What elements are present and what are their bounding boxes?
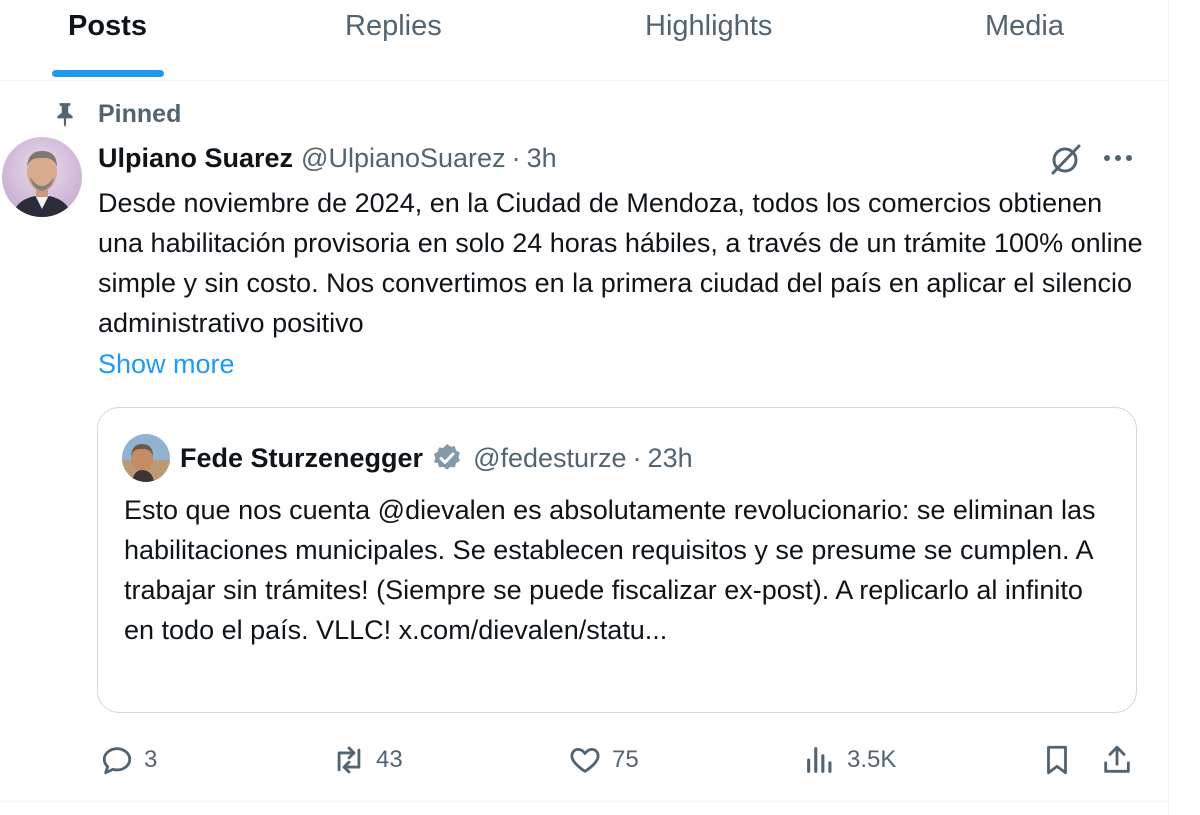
verified-badge-icon[interactable]	[431, 442, 463, 474]
bookmark-icon	[1047, 745, 1067, 775]
quoted-post[interactable]: Fede Sturzenegger @fedesturze · 23h Esto…	[97, 407, 1137, 713]
quote-text: Esto que nos cuenta @dievalen es absolut…	[124, 495, 1096, 645]
quote-header: Fede Sturzenegger @fedesturze · 23h	[180, 438, 693, 478]
tab-posts[interactable]: Posts	[40, 0, 180, 80]
pinned-indicator: Pinned	[52, 97, 181, 131]
share-button[interactable]	[1100, 740, 1134, 780]
bookmark-button[interactable]	[1040, 740, 1074, 780]
reply-count: 3	[144, 746, 158, 773]
repost-count: 43	[376, 746, 403, 773]
quote-separator: ·	[632, 442, 642, 473]
quote-author-name[interactable]: Fede Sturzenegger	[180, 443, 423, 474]
tab-media[interactable]: Media	[960, 0, 1110, 80]
more-icon[interactable]	[1100, 146, 1136, 170]
tab-media-label: Media	[985, 10, 1064, 42]
like-button[interactable]: 75	[568, 740, 639, 780]
reply-button[interactable]: 3	[100, 740, 157, 780]
tab-replies[interactable]: Replies	[320, 0, 480, 80]
post-text: Desde noviembre de 2024, en la Ciudad de…	[98, 188, 1143, 338]
views-count: 3.5K	[847, 746, 897, 773]
post-divider	[0, 801, 1168, 802]
reply-icon	[102, 747, 132, 775]
tab-posts-label: Posts	[68, 10, 147, 42]
tab-highlights-label: Highlights	[645, 10, 773, 42]
quote-avatar-image	[122, 434, 170, 482]
post-time[interactable]: 3h	[527, 143, 557, 174]
author-avatar[interactable]	[2, 137, 82, 217]
pinned-label: Pinned	[98, 99, 182, 128]
author-avatar-image	[2, 137, 82, 217]
grok-icon[interactable]	[1048, 141, 1084, 177]
repost-icon	[337, 746, 361, 774]
tab-highlights[interactable]: Highlights	[620, 0, 820, 80]
quote-author-handle[interactable]: @fedesturze	[473, 443, 626, 474]
like-count: 75	[612, 746, 639, 773]
views-icon	[807, 747, 832, 773]
pin-icon	[57, 103, 73, 127]
views-button[interactable]: 3.5K	[803, 740, 896, 780]
show-more-link[interactable]: Show more	[98, 344, 235, 384]
quote-time[interactable]: 23h	[648, 443, 693, 474]
active-tab-indicator	[52, 70, 164, 77]
header-separator: ·	[511, 142, 521, 173]
author-handle[interactable]: @UlpianoSuarez	[301, 143, 506, 174]
repost-button[interactable]: 43	[332, 740, 403, 780]
tab-replies-label: Replies	[345, 10, 442, 42]
profile-tabs: Posts Replies Highlights Media	[0, 0, 1168, 81]
post-header: Ulpiano Suarez @UlpianoSuarez · 3h	[98, 140, 557, 176]
share-icon	[1104, 745, 1130, 773]
quote-author-avatar[interactable]	[122, 434, 170, 482]
author-name[interactable]: Ulpiano Suarez	[98, 143, 293, 174]
like-icon	[570, 747, 600, 773]
